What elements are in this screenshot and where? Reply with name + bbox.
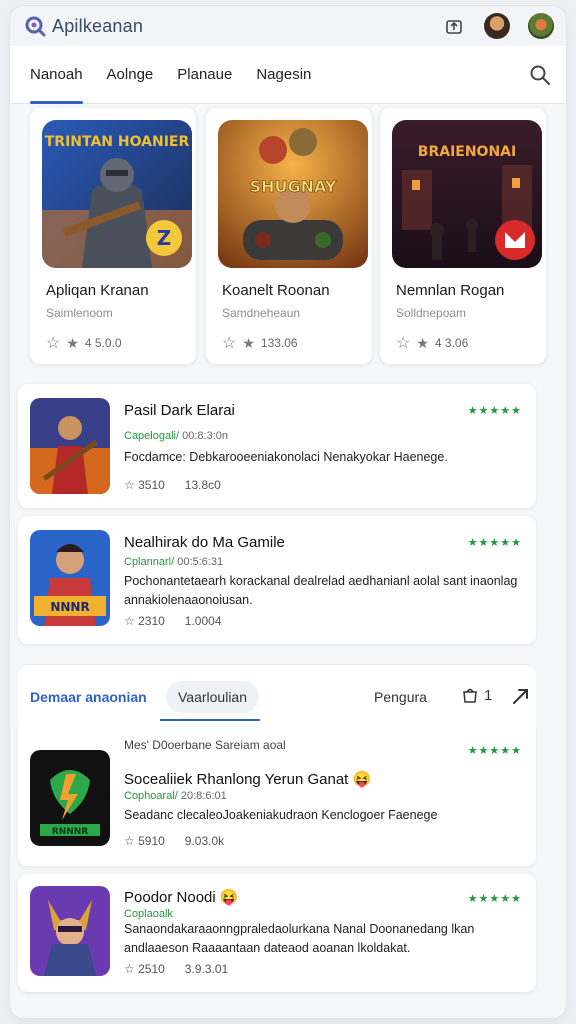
- item-publisher: Cophoaral/: [124, 790, 178, 802]
- upload-icon[interactable]: [442, 14, 466, 38]
- download-stat: ☆ 2510: [124, 962, 165, 976]
- rating-stars: ★★★★★: [467, 745, 522, 757]
- item-description: Pochonantetaearh korackanal dealrelad ae…: [124, 574, 518, 607]
- section-filter-label[interactable]: Pengura: [374, 689, 427, 705]
- item-title: Poodor Noodi 😝: [124, 889, 239, 906]
- bag-icon: [463, 688, 477, 703]
- count-value: 1: [484, 686, 493, 704]
- rating-stars: ★★★★★: [467, 893, 522, 905]
- download-stat: ☆ 2310: [124, 614, 165, 628]
- tab-nagesin[interactable]: Nagesin: [256, 46, 311, 104]
- featured-card[interactable]: Z TRINTAN HOANIER Apliqan Kranan Saimlen…: [30, 108, 196, 364]
- item-publisher: Cplannarl/: [124, 556, 175, 568]
- star-outline-icon: ☆: [124, 834, 139, 848]
- item-stats: ☆ 2310 1.0004: [124, 614, 222, 628]
- item-meta: Capelogali/ 00:8:3:0n: [124, 430, 228, 442]
- cover-title-text: SHUGNAY: [250, 177, 337, 196]
- search-icon[interactable]: [528, 63, 552, 87]
- item-publisher: Capelogali/: [124, 430, 180, 442]
- rating-value: 4 3.06: [434, 336, 469, 350]
- size-stat: 9.03.0k: [184, 834, 225, 848]
- list-item[interactable]: Pasil Dark Elarai ★★★★★ Capelogali/ 00:8…: [18, 384, 536, 508]
- tab-underline: [160, 719, 260, 721]
- game-cover-image: BRAIENONAI: [392, 120, 542, 268]
- tab-nanoah[interactable]: Nanoah: [30, 46, 83, 104]
- featured-subtitle: Solldnepoam: [396, 306, 467, 320]
- list-item[interactable]: Poodor Noodi 😝 ★★★★★ Coplaoalk Sanaondak…: [18, 874, 536, 992]
- featured-subtitle: Samdneheaun: [222, 306, 301, 320]
- tab-bar: Nanoah Aolnge Planaue Nagesin: [10, 46, 566, 104]
- tab-planaue[interactable]: Planaue: [177, 46, 232, 104]
- svg-text:NNNR: NNNR: [50, 600, 89, 614]
- star-outline-icon: ☆: [124, 962, 139, 976]
- item-description: Focdamce: Debkarooeeniakonolaci Nenakyok…: [124, 450, 448, 464]
- item-meta: Cplannarl/ 00:5:6:31: [124, 556, 223, 568]
- avatar[interactable]: [484, 13, 510, 39]
- rating-value: 4 5.0.0: [84, 336, 122, 350]
- section-tab-secondary[interactable]: Vaarloulian: [166, 681, 260, 713]
- featured-name: Apliqan Kranan: [46, 282, 149, 299]
- rating-stars: ★★★★★: [467, 405, 522, 417]
- section-caption: Mes' D0oerbane Sareiam aoal: [124, 738, 286, 752]
- app-logo-icon: [25, 16, 46, 37]
- cover-title-text: BRAIENONAI: [418, 144, 516, 160]
- rating-stars: ★★★★★: [467, 537, 522, 549]
- item-stats: ☆ 2510 3.9.3.01: [124, 962, 228, 976]
- item-meta: Coplaoalk: [124, 908, 173, 920]
- featured-name: Koanelt Roonan: [222, 282, 330, 299]
- star-outline-icon[interactable]: ☆: [222, 333, 236, 353]
- featured-name: Nemnlan Rogan: [396, 282, 505, 299]
- game-cover-image: Z TRINTAN HOANIER: [42, 120, 192, 268]
- featured-subtitle: Saimlenoom: [46, 306, 113, 320]
- game-thumbnail: NNNR: [30, 530, 110, 626]
- download-stat: ☆ 5910: [124, 834, 165, 848]
- game-thumbnail: RNNNR: [30, 750, 110, 846]
- list-item[interactable]: NNNR Nealhirak do Ma Gamile ★★★★★ Cplann…: [18, 516, 536, 644]
- item-title: Socealiiek Rhanlong Yerun Ganat 😝: [124, 771, 372, 788]
- star-outline-icon: ☆: [124, 478, 139, 492]
- arrow-right-icon[interactable]: [510, 685, 532, 707]
- star-icon: ★: [416, 334, 429, 351]
- cover-title-text: TRINTAN HOANIER: [45, 134, 190, 150]
- download-stat: ☆ 3510: [124, 478, 165, 492]
- game-thumbnail: [30, 886, 110, 976]
- size-stat: 3.9.3.01: [184, 962, 229, 976]
- item-stats: ☆ 3510 13.8c0: [124, 478, 221, 492]
- featured-section: Z TRINTAN HOANIER Apliqan Kranan Saimlen…: [18, 108, 546, 364]
- tab-aolnge[interactable]: Aolnge: [107, 46, 154, 104]
- notification-count[interactable]: 1: [460, 685, 492, 705]
- item-title: Pasil Dark Elarai: [124, 402, 235, 419]
- item-time: 20:8:6:01: [180, 790, 227, 802]
- star-outline-icon[interactable]: ☆: [46, 333, 60, 353]
- featured-rating: ☆ ★ 133.06: [222, 333, 298, 353]
- section-header: Demaar anaonian Vaarloulian Pengura 1: [18, 664, 536, 724]
- item-time: 00:8:3:0n: [182, 430, 228, 442]
- item-time: 00:5:6:31: [177, 556, 224, 568]
- game-cover-image: SHUGNAY: [218, 120, 368, 268]
- profile-avatar[interactable]: [528, 13, 554, 39]
- size-stat: 1.0004: [184, 614, 222, 628]
- item-meta: Cophoaral/ 20:8:6:01: [124, 790, 227, 802]
- svg-text:RNNNR: RNNNR: [52, 827, 89, 837]
- app-title: Apilkeanan: [52, 15, 144, 36]
- svg-text:Z: Z: [157, 226, 172, 250]
- star-outline-icon[interactable]: ☆: [396, 333, 410, 353]
- item-stats: ☆ 5910 9.03.0k: [124, 834, 224, 848]
- featured-rating: ☆ ★ 4 3.06: [396, 333, 468, 353]
- featured-card[interactable]: SHUGNAY Koanelt Roonan Samdneheaun ☆ ★ 1…: [206, 108, 372, 364]
- star-icon: ★: [66, 334, 79, 351]
- item-title: Nealhirak do Ma Gamile: [124, 534, 285, 551]
- featured-card[interactable]: BRAIENONAI Nemnlan Rogan Solldnepoam ☆ ★…: [380, 108, 546, 364]
- game-thumbnail: [30, 398, 110, 494]
- section-tab-primary[interactable]: Demaar anaonian: [30, 689, 147, 705]
- item-publisher: Coplaoalk: [124, 908, 173, 920]
- star-outline-icon: ☆: [124, 614, 139, 628]
- item-description: Sanaondakaraaonngpraledaolurkana Nanal D…: [124, 922, 475, 955]
- rating-value: 133.06: [260, 336, 298, 350]
- size-stat: 13.8c0: [184, 478, 221, 492]
- item-description: Seadanc clecaleoJoakeniakudraon Kenclogo…: [124, 808, 438, 822]
- star-icon: ★: [242, 334, 255, 351]
- featured-rating: ☆ ★ 4 5.0.0: [46, 333, 122, 353]
- top-bar: Apilkeanan: [10, 6, 566, 46]
